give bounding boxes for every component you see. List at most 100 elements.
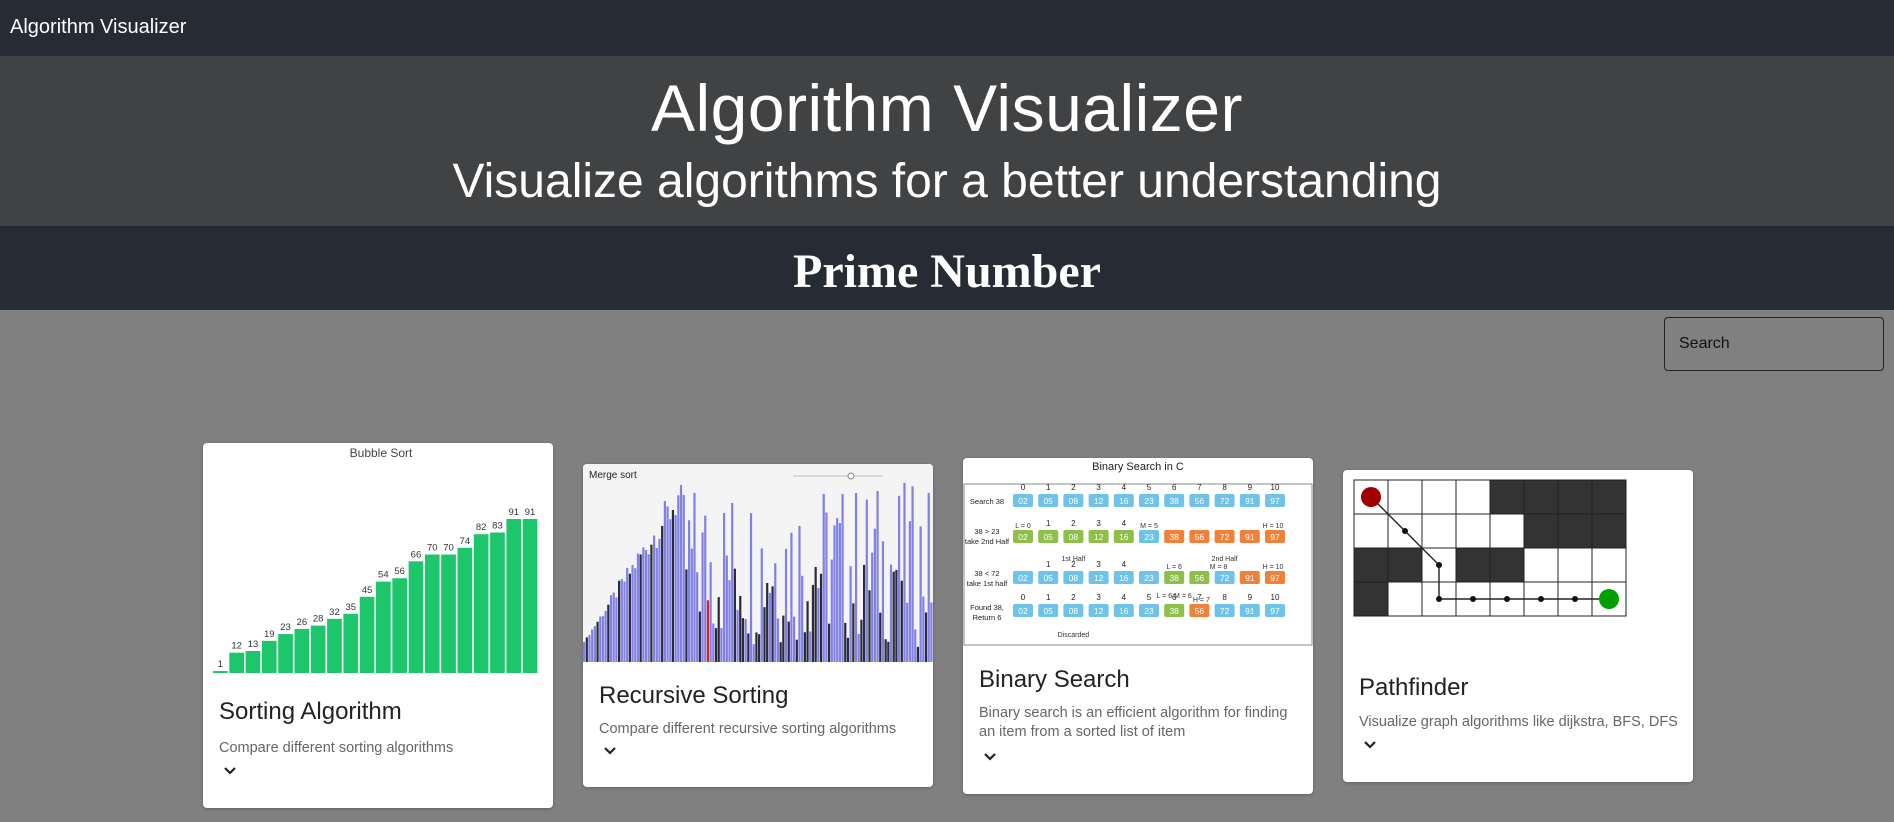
chevron-down-icon[interactable] — [1363, 740, 1377, 750]
bar — [661, 525, 664, 662]
bar — [830, 559, 833, 662]
card-binary-search[interactable]: Binary Search in C 0 1 2 3 4 5 6 7 8 9 10 02 05 08 12 1… — [963, 458, 1313, 794]
card-title[interactable]: Recursive Sorting — [599, 682, 788, 710]
bar — [914, 629, 917, 662]
bar — [213, 671, 228, 673]
bar — [930, 602, 933, 662]
bar — [636, 553, 640, 662]
index-label: 0 — [1021, 593, 1026, 602]
value-text: 91 — [1245, 573, 1255, 583]
bar — [310, 625, 326, 673]
bar — [811, 584, 815, 662]
bar — [717, 597, 720, 662]
bar — [634, 568, 637, 662]
bar — [868, 590, 871, 662]
hero-title: Algorithm Visualizer — [650, 71, 1243, 145]
bar — [709, 562, 712, 662]
bar — [865, 499, 868, 662]
bar — [747, 633, 750, 662]
card-sorting-algorithm[interactable]: Bubble Sort 1 12 13 19 23 26 28 32 35 45 54 56 66 70 7… — [203, 443, 553, 808]
search-input[interactable] — [1664, 317, 1884, 371]
value-text: 56 — [1195, 573, 1205, 583]
value-text: 56 — [1195, 606, 1205, 616]
value-text: 97 — [1270, 532, 1280, 542]
chevron-down-icon[interactable] — [983, 752, 997, 762]
bar — [609, 595, 613, 662]
card-title[interactable]: Sorting Algorithm — [219, 698, 402, 726]
binary-search-image-title: Binary Search in C — [1092, 461, 1184, 473]
bar-label: 91 — [525, 507, 536, 518]
value-text: 16 — [1119, 496, 1129, 506]
bar — [441, 554, 456, 673]
bar — [889, 564, 893, 662]
hero-subtitle: Visualize algorithms for a better unders… — [452, 155, 1442, 208]
bar — [261, 640, 277, 673]
value-text: 23 — [1144, 606, 1154, 616]
bar — [903, 482, 906, 662]
value-text: 05 — [1043, 606, 1053, 616]
bar — [408, 561, 424, 673]
value-text: 12 — [1094, 606, 1104, 616]
card-recursive-sorting[interactable]: Merge sort Recursive Sorting Compare dif… — [583, 464, 933, 787]
bar — [833, 525, 836, 662]
bar — [473, 534, 489, 673]
bar — [714, 628, 718, 662]
value-text: 08 — [1069, 606, 1079, 616]
annotation: 2nd Half — [1212, 556, 1238, 563]
bar — [836, 518, 839, 662]
value-text: 91 — [1245, 496, 1255, 506]
bar — [618, 580, 621, 662]
bar — [723, 513, 726, 662]
bar — [908, 521, 911, 662]
wall-cell — [1387, 547, 1423, 583]
value-text: 56 — [1195, 496, 1205, 506]
bar — [801, 575, 804, 662]
path-node — [1538, 596, 1544, 602]
bar — [733, 568, 736, 662]
bar — [601, 616, 605, 662]
path-node — [1402, 528, 1408, 534]
bar — [626, 567, 629, 662]
card-pathfinder[interactable]: Pathfinder Visualize graph algorithms li… — [1343, 470, 1693, 782]
bar — [327, 618, 342, 673]
bar-label: 54 — [378, 570, 389, 581]
grid-cell — [1455, 513, 1491, 549]
bar — [612, 592, 615, 662]
index-label: 4 — [1122, 560, 1127, 569]
annotation: H = 10 — [1263, 564, 1284, 571]
bar — [871, 552, 874, 662]
annotation: L = 6 M = 6 — [1157, 593, 1192, 600]
index-label: 7 — [1197, 483, 1202, 492]
brand-link[interactable]: Algorithm Visualizer — [10, 16, 186, 39]
value-text: 97 — [1270, 573, 1280, 583]
bar — [688, 520, 691, 662]
value-text: 16 — [1119, 573, 1129, 583]
value-text: 38 — [1169, 573, 1179, 583]
binary-search-image: Binary Search in C 0 1 2 3 4 5 6 7 8 9 1002 05 08 12 1… — [963, 461, 1313, 646]
card-title[interactable]: Binary Search — [979, 666, 1130, 694]
grid-cell — [1489, 513, 1525, 549]
chevron-down-icon[interactable] — [223, 766, 237, 776]
bar — [841, 493, 844, 662]
bar-label: 56 — [394, 566, 405, 577]
bar — [741, 618, 745, 662]
bar — [755, 632, 758, 662]
value-text: 16 — [1119, 606, 1129, 616]
bar — [701, 532, 704, 662]
bubble-sort-image: Bubble Sort 1 12 13 19 23 26 28 32 35 45 54 56 66 70 7… — [213, 446, 538, 673]
value-text: 91 — [1245, 532, 1255, 542]
bar — [819, 573, 823, 662]
index-label: 3 — [1096, 560, 1101, 569]
card-description: Binary search is an efficient algorithm … — [979, 705, 1288, 740]
chevron-down-icon[interactable] — [603, 746, 617, 756]
bar — [763, 607, 766, 662]
bar — [779, 642, 782, 662]
bar — [631, 565, 634, 662]
bar-label: 13 — [248, 639, 259, 650]
bar — [653, 535, 656, 662]
row-label: 38 > 23 — [974, 527, 999, 536]
index-label: 9 — [1248, 593, 1253, 602]
value-text: 08 — [1069, 496, 1079, 506]
annotation: M = 8 — [1210, 564, 1228, 571]
card-title[interactable]: Pathfinder — [1359, 674, 1468, 702]
